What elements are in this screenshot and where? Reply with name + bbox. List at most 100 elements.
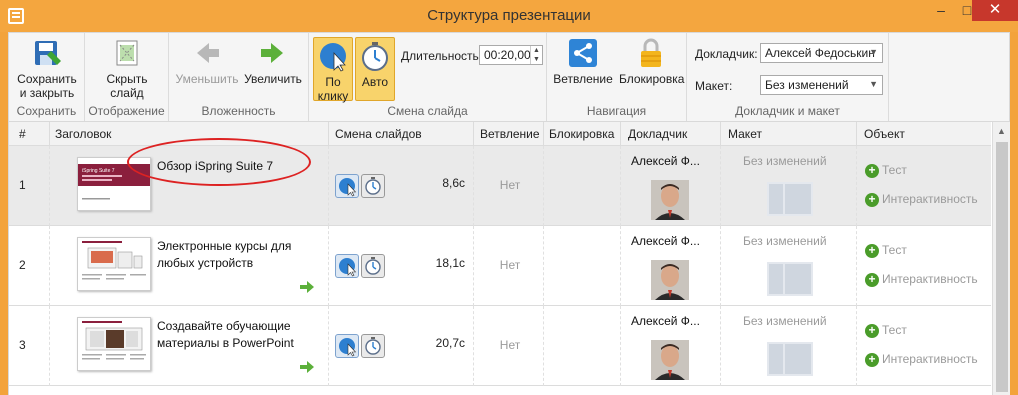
column-lock[interactable]: Блокировка: [549, 127, 614, 141]
layout-label: Макет:: [695, 79, 733, 93]
stopwatch-icon: [365, 257, 381, 275]
object-test[interactable]: + Тест: [865, 323, 907, 338]
window-title: Структура презентации: [427, 7, 591, 24]
object-interactivity-label: Интерактивность: [882, 352, 978, 366]
group-navigation-label: Навигация: [586, 104, 647, 118]
auto-label: Авто: [361, 75, 389, 89]
spin-arrows-icon[interactable]: ▲ ▼: [530, 46, 542, 64]
speaker-avatar: [651, 180, 689, 220]
table-row[interactable]: 2 Электронные курсы для любых устройств: [9, 226, 991, 306]
auto-toggle[interactable]: [361, 174, 385, 198]
slide-thumbnail[interactable]: [77, 237, 151, 291]
duration-label: Длительность:: [401, 49, 483, 63]
speaker-label: Докладчик:: [695, 47, 758, 61]
object-interactivity[interactable]: + Интерактивность: [865, 352, 978, 367]
slide-title[interactable]: Электронные курсы для любых устройств: [157, 238, 317, 272]
group-slide-change: По клику Авто Длительность: 00:20,00 ▲ ▼ …: [309, 33, 547, 121]
add-icon: +: [865, 243, 879, 258]
arrow-right-icon[interactable]: [300, 361, 314, 373]
table-row[interactable]: 3 Создавайте обучающие материалы в Power…: [9, 306, 991, 386]
ribbon: Сохранить и закрыть Сохранить Скрыть сла…: [8, 32, 1010, 122]
column-title[interactable]: Заголовок: [55, 127, 111, 141]
increase-label: Увеличить: [244, 72, 302, 86]
branching-label: Ветвление: [553, 72, 613, 86]
slide-thumbnail-image: [82, 321, 146, 360]
on-click-toggle[interactable]: [335, 334, 359, 358]
branching-button[interactable]: Ветвление: [551, 37, 615, 86]
lock-button[interactable]: Блокировка: [619, 37, 685, 86]
chevron-down-icon: ▼: [869, 79, 878, 89]
lock-label: Блокировка: [619, 72, 685, 86]
stopwatch-icon: [365, 337, 381, 355]
speaker-name[interactable]: Алексей Ф...: [631, 314, 715, 328]
column-branching[interactable]: Ветвление: [480, 127, 540, 141]
minimize-button[interactable]: –: [928, 0, 954, 21]
speaker-name[interactable]: Алексей Ф...: [631, 234, 715, 248]
auto-toggle[interactable]: [361, 254, 385, 278]
speaker-avatar: [651, 260, 689, 300]
speaker-avatar: [651, 340, 689, 380]
slide-thumbnail[interactable]: [77, 317, 151, 371]
column-slide-change[interactable]: Смена слайдов: [335, 127, 422, 141]
mouse-click-icon: [339, 258, 357, 277]
column-speaker[interactable]: Докладчик: [628, 127, 687, 141]
group-speaker-layout-label: Докладчик и макет: [735, 104, 840, 118]
object-interactivity[interactable]: + Интерактивность: [865, 272, 978, 287]
column-number[interactable]: #: [19, 127, 26, 141]
group-display-label: Отображение: [88, 104, 165, 118]
scrollbar-thumb[interactable]: [996, 142, 1008, 392]
group-nesting-label: Вложенность: [201, 104, 276, 118]
layout-preview: [767, 342, 813, 376]
layout-value[interactable]: Без изменений: [743, 154, 827, 168]
lock-icon: [641, 38, 661, 67]
group-navigation: Ветвление Блокировка Навигация: [547, 33, 687, 121]
object-interactivity[interactable]: + Интерактивность: [865, 192, 978, 207]
group-save-label: Сохранить: [16, 104, 77, 118]
scroll-up-icon[interactable]: ▲: [997, 126, 1006, 136]
increase-button[interactable]: Увеличить: [241, 37, 305, 86]
slide-duration: 18,1с: [435, 256, 465, 270]
column-object[interactable]: Объект: [864, 127, 905, 141]
speaker-name[interactable]: Алексей Ф...: [631, 154, 715, 168]
object-test-label: Тест: [882, 323, 907, 337]
chevron-down-icon: ▼: [869, 47, 878, 57]
on-click-button[interactable]: По клику: [313, 37, 353, 103]
object-test-label: Тест: [882, 243, 907, 257]
duration-input[interactable]: 00:20,00 ▲ ▼: [479, 45, 543, 65]
stopwatch-icon: [365, 177, 381, 195]
object-test[interactable]: + Тест: [865, 163, 907, 178]
mouse-click-icon: [339, 178, 357, 197]
arrow-right-icon[interactable]: [300, 281, 314, 293]
on-click-toggle[interactable]: [335, 174, 359, 198]
save-and-close-button[interactable]: Сохранить и закрыть: [15, 37, 79, 100]
branching-value[interactable]: Нет: [475, 178, 545, 192]
layout-value[interactable]: Без изменений: [743, 234, 827, 248]
speaker-select[interactable]: Алексей Федоськин ▼: [760, 43, 883, 63]
hide-slide-button[interactable]: Скрыть слайд: [95, 37, 159, 100]
highlight-annotation: [127, 138, 311, 186]
auto-toggle[interactable]: [361, 334, 385, 358]
hide-slide-icon: [116, 40, 138, 66]
on-click-toggle[interactable]: [335, 254, 359, 278]
column-layout[interactable]: Макет: [728, 127, 762, 141]
slide-duration: 8,6с: [442, 176, 465, 190]
auto-button[interactable]: Авто: [355, 37, 395, 101]
title-bar: Структура презентации – □ ✕: [0, 0, 1018, 32]
group-nesting: Уменьшить Увеличить Вложенность: [169, 33, 309, 121]
branching-value[interactable]: Нет: [475, 338, 545, 352]
slide-title[interactable]: Создавайте обучающие материалы в PowerPo…: [157, 318, 317, 352]
group-save: Сохранить и закрыть Сохранить: [9, 33, 85, 121]
slide-duration: 20,7с: [435, 336, 465, 350]
object-test[interactable]: + Тест: [865, 243, 907, 258]
stopwatch-icon: [362, 42, 388, 71]
decrease-button[interactable]: Уменьшить: [175, 37, 239, 86]
add-icon: +: [865, 163, 879, 178]
layout-select[interactable]: Без изменений ▼: [760, 75, 883, 95]
vertical-scrollbar[interactable]: ▲: [992, 122, 1010, 395]
branching-value[interactable]: Нет: [475, 258, 545, 272]
layout-value[interactable]: Без изменений: [743, 314, 827, 328]
arrow-left-icon: [197, 43, 219, 63]
grid-header: # Заголовок Смена слайдов Ветвление Блок…: [9, 122, 991, 146]
close-button[interactable]: ✕: [972, 0, 1018, 21]
on-click-label: По клику: [317, 75, 349, 103]
